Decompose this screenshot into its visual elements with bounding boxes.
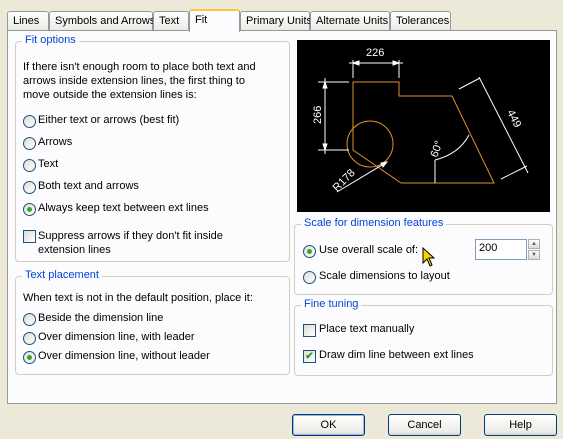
radio-over-with-leader[interactable] [23,332,36,345]
radio-label-text[interactable]: Text [38,158,58,170]
place-text-manually-label[interactable]: Place text manually [319,323,414,335]
radio-label-scale-layout[interactable]: Scale dimensions to layout [319,270,450,282]
radio-label-arrows[interactable]: Arrows [38,136,72,148]
preview-dim-diagonal: 449 [504,108,523,130]
preview-dim-left: 266 [312,106,324,124]
draw-dim-line-checkbox[interactable]: ✔ [303,350,316,363]
suppress-label-line: Suppress arrows if they don't fit inside [38,230,223,242]
radio-use-overall-scale[interactable] [303,245,316,258]
fit-description-line: arrows inside extension lines, the first… [23,75,245,87]
tab-lines[interactable]: Lines [7,11,49,30]
preview-part-outline [352,81,495,184]
fine-tuning-legend: Fine tuning [301,298,362,310]
text-placement-description: When text is not in the default position… [23,292,253,304]
radio-label-both[interactable]: Both text and arrows [38,180,139,192]
tab-symbols-and-arrows[interactable]: Symbols and Arrows [49,11,155,30]
radio-text[interactable] [23,159,36,172]
fine-tuning-group: Fine tuning [294,298,553,376]
place-text-manually-checkbox[interactable] [303,324,316,337]
radio-either-text-or-arrows[interactable] [23,115,36,128]
dimension-preview: 226 266 449 60° R178 [297,40,550,212]
preview-dim-angle: 60° [429,139,446,159]
radio-label-with-leader[interactable]: Over dimension line, with leader [38,331,195,343]
ok-button[interactable]: OK [292,414,365,436]
preview-circle [346,120,394,168]
fit-options-legend: Fit options [22,34,79,46]
fit-description-line: If there isn't enough room to place both… [23,61,256,73]
tab-primary-units[interactable]: Primary Units [240,11,312,30]
radio-label-beside[interactable]: Beside the dimension line [38,312,163,324]
tab-tolerances[interactable]: Tolerances [390,11,451,30]
suppress-label-line: extension lines [38,244,111,256]
radio-always-keep-text[interactable] [23,203,36,216]
fit-description-line: move outside the extension lines is: [23,89,197,101]
draw-dim-line-label[interactable]: Draw dim line between ext lines [319,349,474,361]
radio-label-either[interactable]: Either text or arrows (best fit) [38,114,179,126]
scale-legend: Scale for dimension features [301,217,447,229]
text-placement-legend: Text placement [22,269,102,281]
radio-label-always-keep[interactable]: Always keep text between ext lines [38,202,209,214]
radio-label-overall-scale[interactable]: Use overall scale of: [319,244,418,256]
radio-beside-dimension-line[interactable] [23,313,36,326]
fit-options-description: If there isn't enough room to place both… [23,60,256,102]
tab-fit[interactable]: Fit [189,9,240,32]
radio-label-without-leader[interactable]: Over dimension line, without leader [38,350,210,362]
radio-over-without-leader[interactable] [23,351,36,364]
radio-scale-to-layout[interactable] [303,271,316,284]
preview-dim-radius: R178 [331,167,358,194]
suppress-arrows-checkbox[interactable] [23,230,36,243]
spin-down-button[interactable]: ▼ [528,250,540,260]
radio-arrows[interactable] [23,137,36,150]
overall-scale-input[interactable]: 200 [475,239,527,260]
suppress-arrows-label[interactable]: Suppress arrows if they don't fit inside… [38,229,223,257]
preview-drawing: 226 266 449 60° R178 [312,47,529,194]
spin-up-button[interactable]: ▲ [528,239,540,249]
tab-text[interactable]: Text [153,11,189,30]
tab-alternate-units[interactable]: Alternate Units [310,11,390,30]
cancel-button[interactable]: Cancel [388,414,461,436]
help-button[interactable]: Help [484,414,557,436]
preview-dim-top: 226 [366,47,384,59]
radio-both-text-and-arrows[interactable] [23,181,36,194]
mouse-cursor-icon [422,247,436,267]
